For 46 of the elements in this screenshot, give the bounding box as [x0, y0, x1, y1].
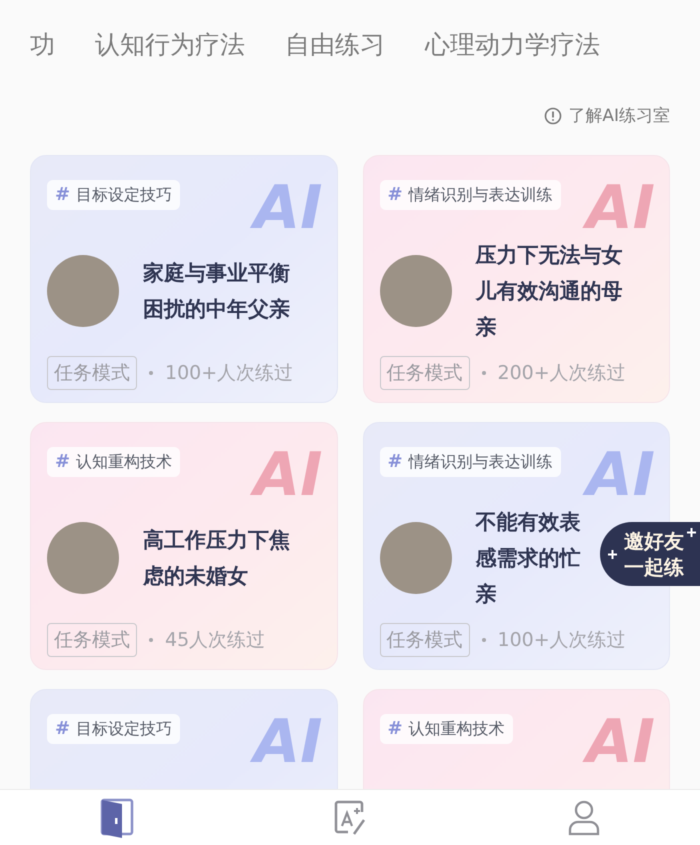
- tag-label: 情绪识别与表达训练: [408, 454, 553, 470]
- dot-separator-icon: [482, 370, 486, 375]
- practice-count: 200+人次练过: [498, 360, 626, 386]
- practice-count: 100+人次练过: [498, 628, 626, 652]
- tag-label: 认知重构技术: [408, 721, 505, 737]
- scenario-card[interactable]: # 目标设定技巧 AI 家庭与事业平衡 困扰的中年父亲 任务模式 100+人次练过: [30, 155, 338, 403]
- plus-icon: [608, 550, 617, 559]
- category-tab[interactable]: 自由练习: [285, 26, 385, 64]
- tag-label: 目标设定技巧: [76, 721, 172, 737]
- dot-separator-icon: [482, 638, 486, 642]
- tag-label: 情绪识别与表达训练: [408, 187, 553, 203]
- hash-mark: #: [55, 453, 70, 471]
- category-tab[interactable]: 功: [30, 26, 55, 64]
- info-icon: [544, 107, 562, 126]
- scenario-card[interactable]: # 情绪识别与表达训练 AI 压力下无法与女 儿有效沟通的母 亲 任务模式 200+人次练过: [362, 155, 670, 403]
- hash-mark: #: [55, 186, 70, 204]
- practice-count: 100+人次练过: [165, 360, 294, 386]
- dot-separator-icon: [149, 370, 153, 375]
- hash-mark: #: [388, 453, 403, 471]
- scenario-title: 高工作压力下焦 虑的未婚女: [143, 526, 290, 590]
- category-tab[interactable]: 认知行为疗法: [95, 26, 245, 64]
- tag-label: 认知重构技术: [76, 454, 172, 470]
- scenario-title: 不能有效表 感需求的忙 亲: [476, 508, 580, 608]
- mode-label: 任务模式: [47, 356, 137, 390]
- mode-label: 任务模式: [380, 622, 470, 657]
- about-link[interactable]: 了解AI练习室: [544, 104, 670, 129]
- scenario-card[interactable]: # 认知重构技术 AI 高工作压力下焦 虑的未婚女 任务模式 45人次练过: [30, 422, 338, 670]
- plus-icon: [687, 528, 696, 537]
- tag-label: 目标设定技巧: [76, 187, 172, 203]
- scenario-title: 压力下无法与女 儿有效沟通的母 亲: [476, 242, 622, 341]
- door-icon[interactable]: [100, 798, 134, 838]
- person-icon[interactable]: [568, 800, 600, 836]
- about-label: 了解AI练习室: [568, 104, 670, 128]
- category-tab[interactable]: 心理动力学疗法: [425, 26, 600, 64]
- hash-mark: #: [388, 186, 403, 204]
- invite-friends-button[interactable]: 邀好友 一起练: [600, 522, 700, 586]
- dot-separator-icon: [149, 638, 153, 642]
- scenario-card[interactable]: # 认知重构技术 AI: [362, 689, 670, 789]
- hash-mark: #: [55, 720, 70, 738]
- mode-label: 任务模式: [380, 356, 470, 390]
- practice-count: 45人次练过: [165, 628, 266, 652]
- mode-label: 任务模式: [47, 622, 137, 657]
- scenario-title: 家庭与事业平衡 困扰的中年父亲: [143, 260, 290, 323]
- text-edit-icon[interactable]: [334, 800, 368, 836]
- hash-mark: #: [388, 720, 403, 738]
- scenario-card[interactable]: # 目标设定技巧 AI: [30, 689, 338, 789]
